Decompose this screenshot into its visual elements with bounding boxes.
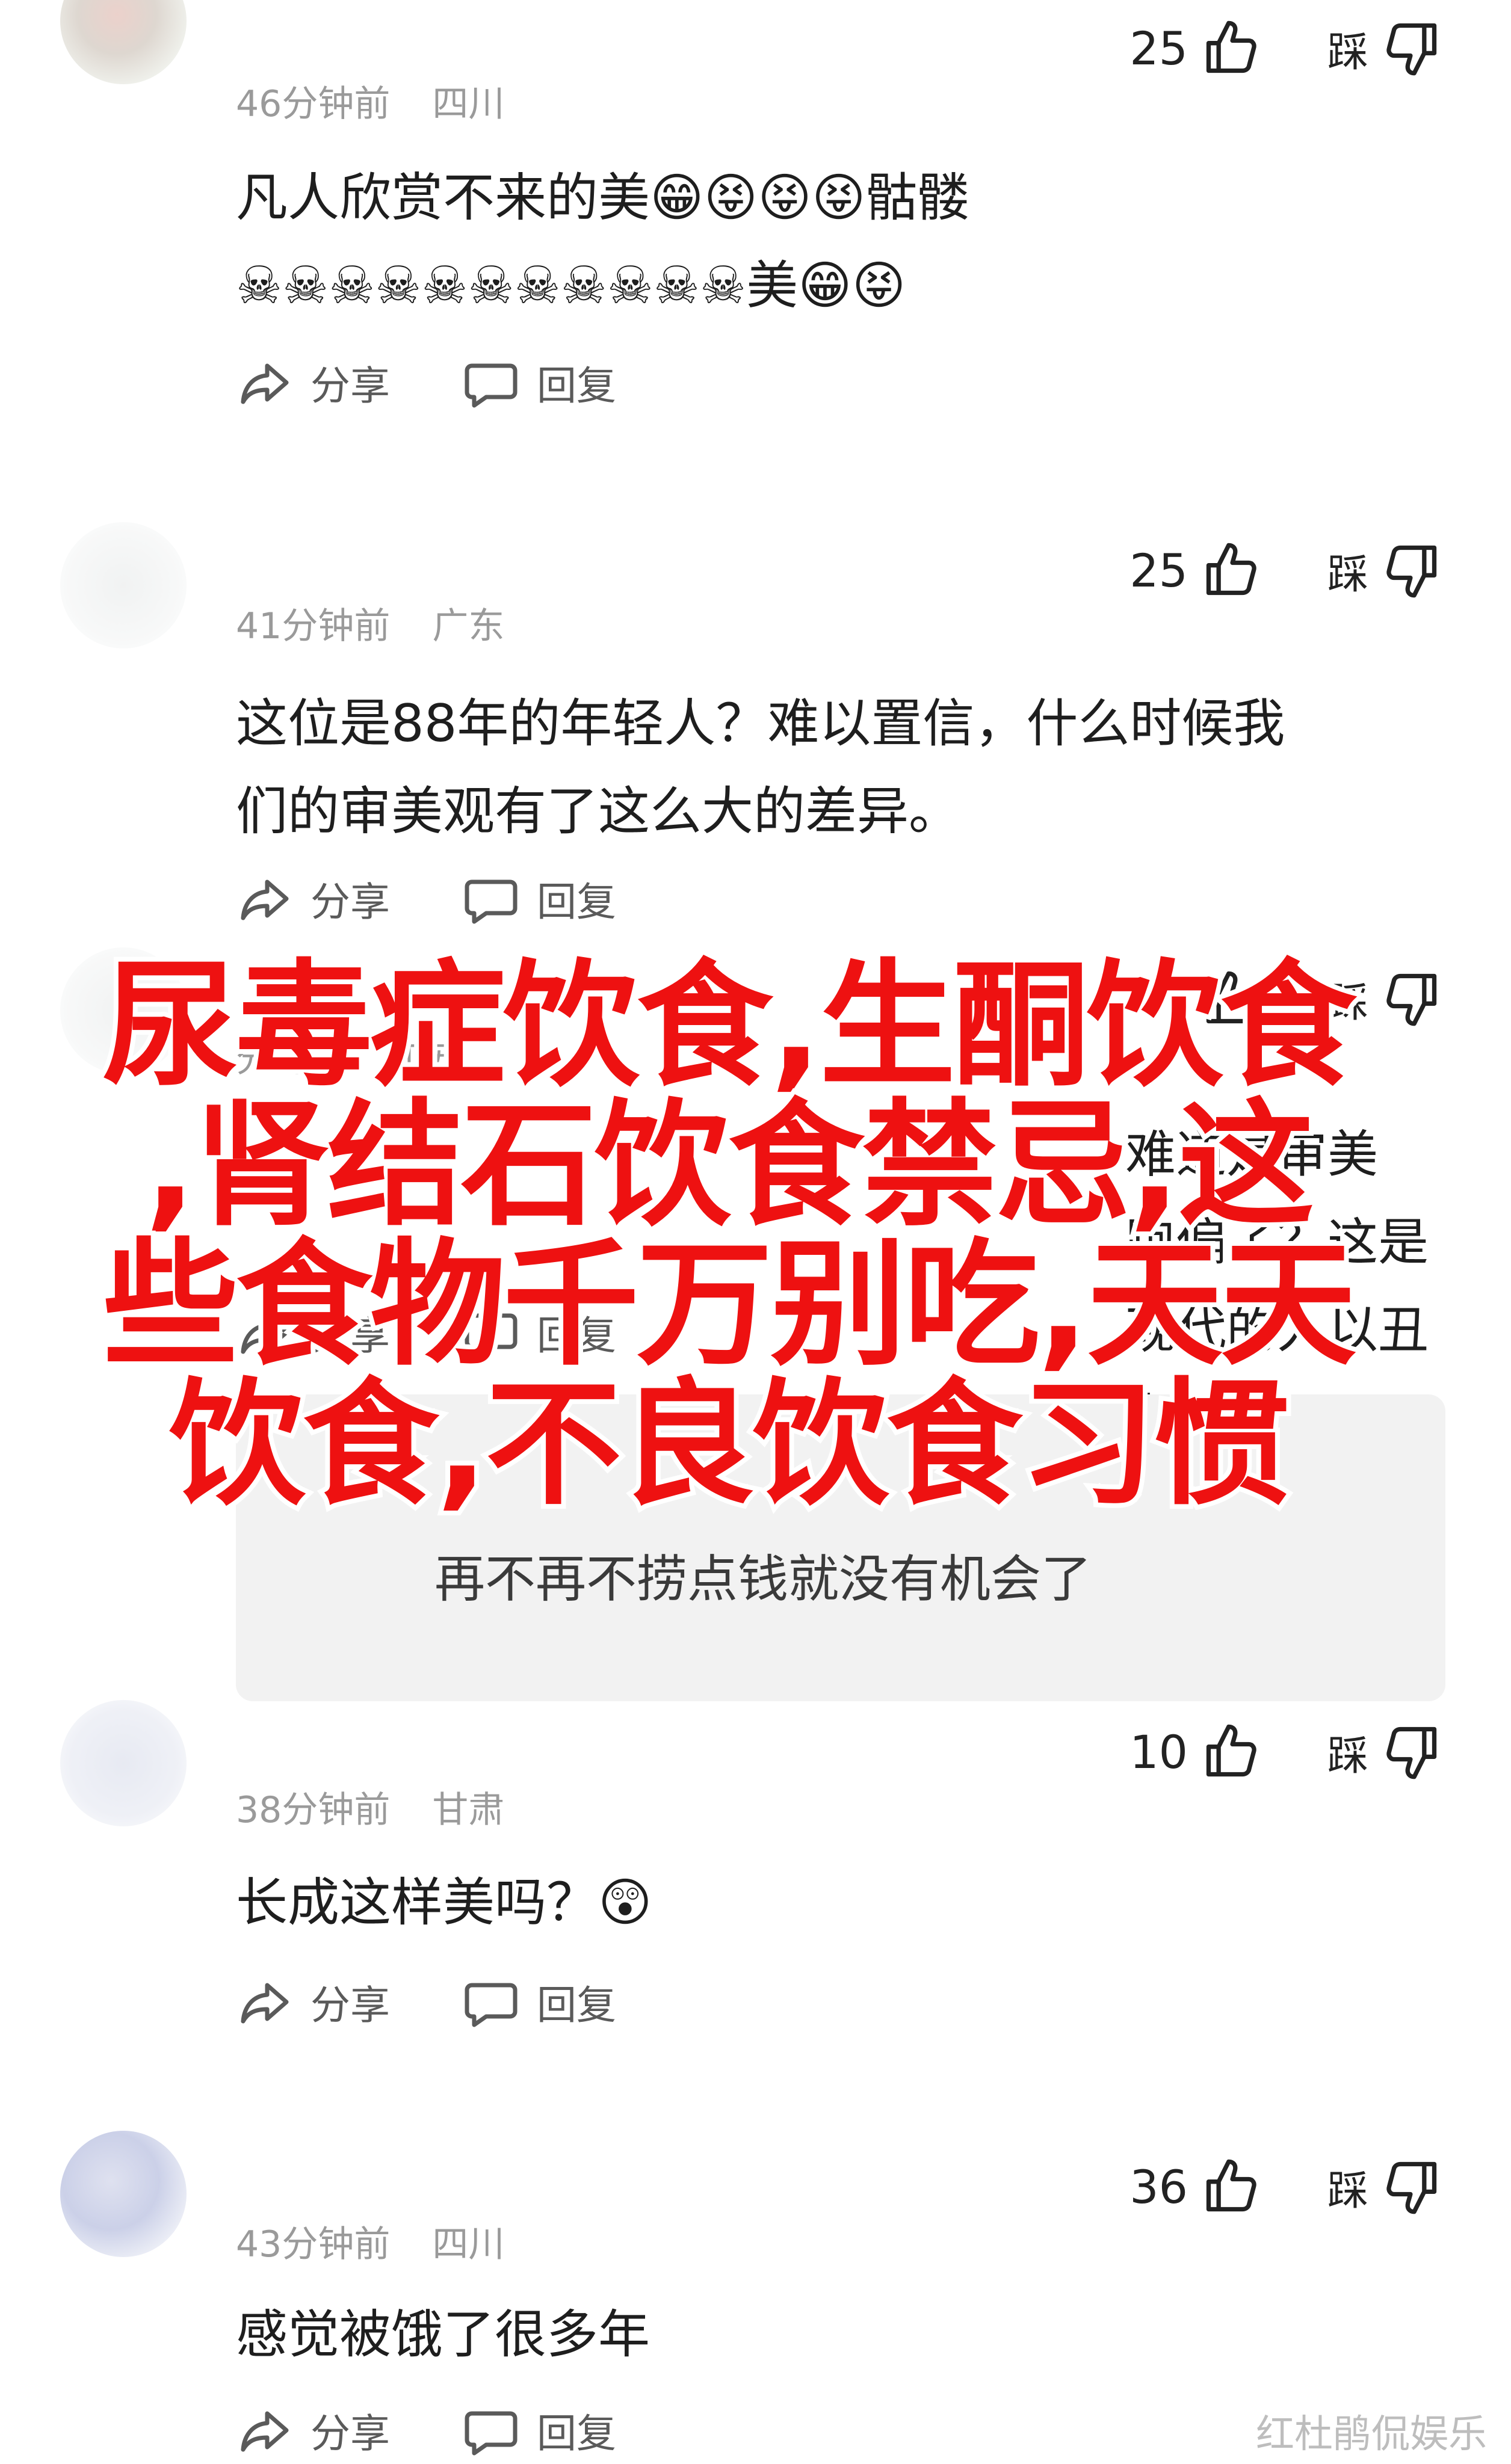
reply-button[interactable]: 回复 bbox=[462, 2401, 616, 2459]
reply-label: 回复 bbox=[537, 879, 616, 925]
thumbs-down-icon bbox=[1386, 2161, 1437, 2214]
dislike-label: 踩 bbox=[1327, 550, 1368, 599]
reply-button[interactable]: 回复 bbox=[462, 870, 616, 928]
thumbs-down-icon bbox=[1386, 545, 1437, 598]
avatar[interactable] bbox=[60, 0, 187, 84]
dislike-button[interactable]: 踩 bbox=[1327, 2157, 1442, 2217]
share-label: 分享 bbox=[311, 2410, 390, 2457]
share-label: 分享 bbox=[311, 1982, 390, 2028]
thumbs-down-icon bbox=[1386, 1726, 1437, 1779]
quote-text: 再不再不捞点钱就没有机会了 bbox=[434, 1550, 1092, 1609]
dislike-button[interactable]: 踩 bbox=[1327, 540, 1442, 600]
dislike-label: 踩 bbox=[1327, 1732, 1368, 1780]
share-button[interactable]: 分享 bbox=[236, 1973, 390, 2031]
like-count: 25 bbox=[1129, 543, 1188, 597]
reply-icon bbox=[465, 2411, 518, 2456]
like-button[interactable]: 10 bbox=[1129, 1722, 1261, 1782]
reply-label: 回复 bbox=[537, 1982, 616, 2028]
comment-location: 四川 bbox=[432, 2223, 505, 2265]
share-label: 分享 bbox=[311, 879, 390, 925]
comment-time: 43分钟前 bbox=[236, 2223, 391, 2265]
share-button[interactable]: 分享 bbox=[236, 354, 390, 411]
dislike-label: 踩 bbox=[1327, 28, 1368, 76]
comment-meta: 41分钟前 广东 bbox=[236, 597, 504, 649]
comment-meta: 46分钟前 四川 bbox=[236, 75, 504, 127]
dislike-button[interactable]: 踩 bbox=[1327, 18, 1442, 78]
overlay-title-line: ,肾结石饮食禁忌,这 bbox=[140, 1086, 1319, 1245]
like-count: 25 bbox=[1129, 21, 1188, 75]
thumbs-up-icon bbox=[1206, 20, 1256, 73]
reply-label: 回复 bbox=[537, 2410, 616, 2457]
comment-location: 甘肃 bbox=[432, 1789, 505, 1831]
vote-bar: 25 踩 bbox=[1129, 534, 1442, 606]
share-icon bbox=[241, 2411, 289, 2452]
avatar[interactable] bbox=[60, 522, 187, 648]
comment-time: 41分钟前 bbox=[236, 605, 391, 647]
like-button[interactable]: 25 bbox=[1129, 540, 1261, 600]
avatar[interactable] bbox=[60, 2131, 187, 2257]
comment-text: 凡人欣赏不来的美😁😝😝😝骷髅 ☠☠☠☠☠☠☠☠☠☠☠美😁😝 bbox=[236, 168, 969, 316]
share-button[interactable]: 分享 bbox=[236, 2401, 390, 2459]
comment-location: 四川 bbox=[432, 83, 505, 125]
overlay-title-line: 尿毒症饮食,生酮饮食 bbox=[97, 947, 1361, 1105]
dislike-label: 踩 bbox=[1327, 2167, 1368, 2215]
comment-actions: 分享 回复 bbox=[236, 869, 616, 929]
thumbs-up-icon bbox=[1206, 543, 1256, 596]
thumbs-up-icon bbox=[1206, 1724, 1256, 1777]
reply-label: 回复 bbox=[537, 363, 616, 409]
share-icon bbox=[241, 879, 289, 920]
like-count: 36 bbox=[1129, 2160, 1188, 2214]
reply-icon bbox=[465, 1983, 518, 2027]
watermark: 红杜鹃侃娱乐 bbox=[1256, 2412, 1487, 2457]
comment-actions: 分享 回复 bbox=[236, 2400, 616, 2460]
comment-location: 广东 bbox=[432, 605, 505, 647]
reply-button[interactable]: 回复 bbox=[462, 1973, 616, 2031]
share-label: 分享 bbox=[311, 363, 390, 409]
comment-time: 46分钟前 bbox=[236, 83, 391, 125]
comment-actions: 分享 回复 bbox=[236, 353, 616, 413]
dislike-button[interactable]: 踩 bbox=[1327, 1722, 1442, 1782]
thumbs-down-icon bbox=[1386, 973, 1437, 1026]
comment-actions: 分享 回复 bbox=[236, 1972, 616, 2032]
comment-meta: 43分钟前 四川 bbox=[236, 2215, 504, 2267]
vote-bar: 36 踩 bbox=[1129, 2151, 1442, 2223]
reply-button[interactable]: 回复 bbox=[462, 354, 616, 411]
like-button[interactable]: 25 bbox=[1129, 18, 1261, 78]
overlay-title-line: 些食物千万别吃,天天 bbox=[97, 1226, 1361, 1384]
vote-bar: 10 踩 bbox=[1129, 1716, 1442, 1788]
reply-icon bbox=[465, 363, 518, 408]
overlay-title: 尿毒症饮食,生酮饮食 ,肾结石饮食禁忌,这 些食物千万别吃,天天 饮食,不良饮食… bbox=[66, 947, 1390, 1524]
share-button[interactable]: 分享 bbox=[236, 870, 390, 928]
thumbs-down-icon bbox=[1386, 23, 1437, 76]
vote-bar: 25 踩 bbox=[1129, 12, 1442, 84]
avatar[interactable] bbox=[60, 1700, 187, 1826]
thumbs-up-icon bbox=[1206, 2159, 1256, 2212]
comment-text: 这位是88年的年轻人？难以置信，什么时候我 们的审美观有了这么大的差异。 bbox=[236, 694, 1285, 842]
like-button[interactable]: 36 bbox=[1129, 2157, 1261, 2217]
share-icon bbox=[241, 363, 289, 404]
overlay-title-line: 饮食,不良饮食习惯 bbox=[164, 1366, 1294, 1524]
comment-text: 感觉被饿了很多年 bbox=[236, 2305, 650, 2365]
comment-meta: 38分钟前 甘肃 bbox=[236, 1781, 504, 1833]
reply-icon bbox=[465, 879, 518, 924]
share-icon bbox=[241, 1983, 289, 2024]
comment-time: 38分钟前 bbox=[236, 1789, 391, 1831]
like-count: 10 bbox=[1129, 1725, 1188, 1779]
comment-text: 长成这样美吗？😲 bbox=[236, 1873, 652, 1933]
